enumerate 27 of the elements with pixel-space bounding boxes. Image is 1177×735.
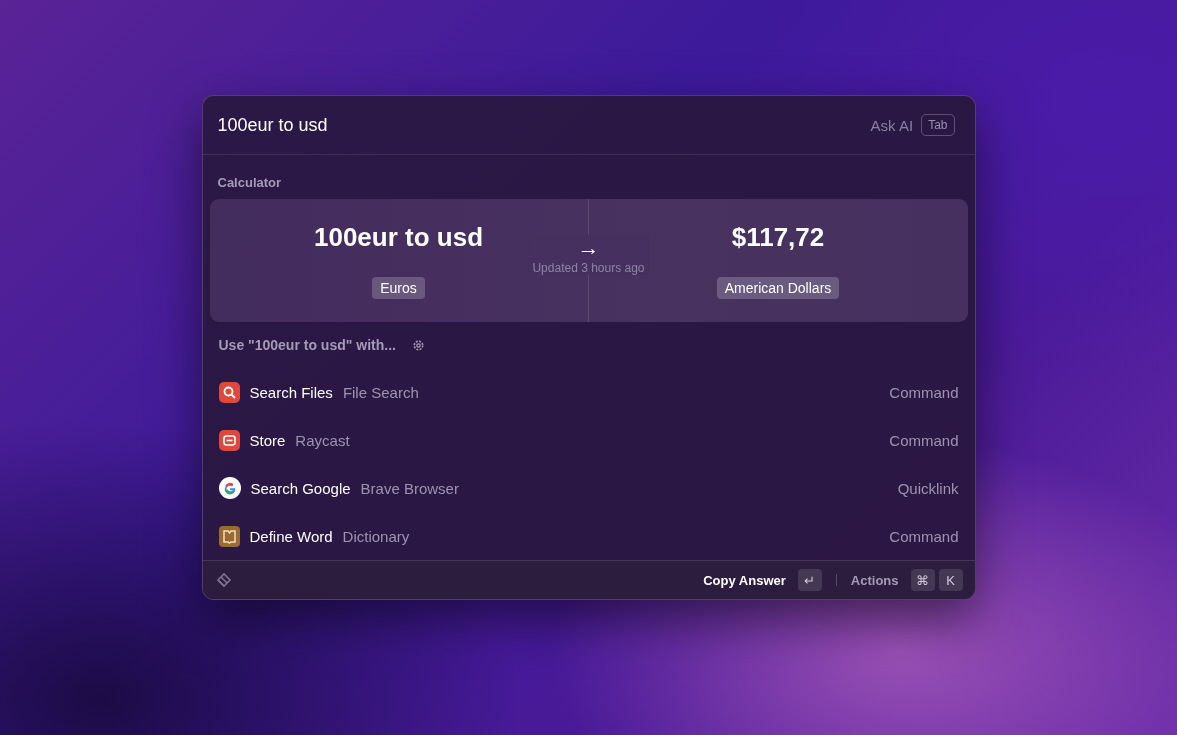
ask-ai-label: Ask AI: [870, 116, 914, 134]
tab-key: Tab: [921, 114, 955, 136]
conversion-query-text: 100eur to usd: [313, 222, 484, 253]
copy-answer-button[interactable]: Copy Answer: [703, 572, 786, 588]
list-item[interactable]: Search Files File Search Command: [202, 368, 975, 416]
list-item[interactable]: Define Word Dictionary Command: [202, 512, 975, 560]
updated-label: Updated 3 hours ago: [532, 261, 645, 275]
search-field[interactable]: 100eur to usd: [217, 114, 871, 136]
store-icon: [218, 429, 240, 451]
unit-label: American Dollars: [716, 277, 840, 299]
search-icon: [218, 381, 240, 403]
section-title: Calculator: [217, 175, 282, 190]
enter-key: ↵: [797, 569, 822, 591]
unit-label: Euros: [372, 277, 425, 299]
settings-icon[interactable]: [411, 338, 425, 352]
logo-icon: [214, 571, 233, 589]
list-item[interactable]: Search Google Brave Browser Quicklink: [202, 464, 975, 512]
google-icon: [218, 477, 241, 499]
list-item[interactable]: Store Raycast Command: [202, 416, 975, 464]
book-icon: [218, 525, 240, 547]
actions-button[interactable]: Actions: [850, 572, 899, 588]
shortcut-key: ⌘: [910, 569, 935, 591]
arrow: →: [577, 235, 600, 261]
fallback-title: Use "100eur to usd" with...: [218, 337, 396, 353]
shortcut-key: K: [938, 569, 963, 591]
calculator-card[interactable]: 100eur to usd Euros $117,72 American Dollars → Updated 3 hours ago: [209, 199, 968, 322]
result-amount-text: $117,72: [731, 222, 825, 253]
